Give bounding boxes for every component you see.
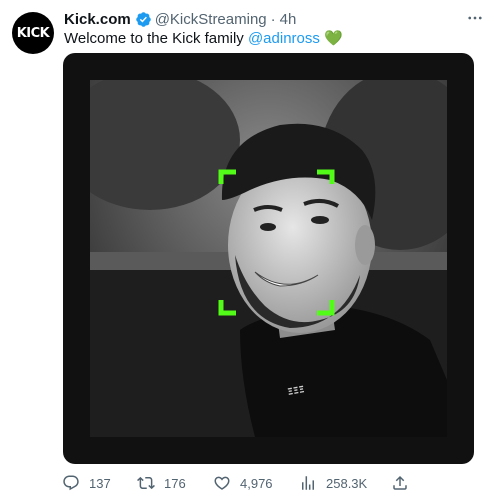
photo: ΞΞΞ bbox=[90, 80, 447, 437]
like-count: 4,976 bbox=[240, 475, 273, 491]
views-chart-icon bbox=[302, 476, 314, 490]
more-options-icon[interactable] bbox=[464, 8, 486, 28]
tweet-text-body: Welcome to the Kick family bbox=[64, 30, 248, 47]
green-heart-emoji: 💚 bbox=[324, 30, 343, 47]
right-eye bbox=[311, 216, 329, 224]
author-handle[interactable]: @KickStreaming bbox=[155, 11, 267, 28]
separator-dot: · bbox=[270, 10, 276, 28]
tweet-text: Welcome to the Kick family @adinross 💚 bbox=[64, 29, 343, 49]
share-icon bbox=[393, 475, 407, 490]
heart-icon bbox=[214, 476, 230, 490]
reply-count: 137 bbox=[89, 475, 111, 491]
share-button[interactable] bbox=[391, 474, 418, 492]
retweet-count: 176 bbox=[164, 475, 186, 491]
reply-icon bbox=[63, 475, 79, 491]
mention-link[interactable]: @adinross bbox=[248, 30, 320, 47]
retweet-button[interactable]: 176 bbox=[137, 474, 186, 492]
like-button[interactable]: 4,976 bbox=[213, 474, 273, 492]
tweet-media-image[interactable]: ΞΞΞ bbox=[63, 53, 474, 464]
reply-button[interactable]: 137 bbox=[62, 474, 111, 492]
retweet-icon bbox=[137, 476, 155, 490]
verified-badge-icon bbox=[135, 11, 152, 28]
timestamp[interactable]: 4h bbox=[280, 11, 297, 28]
avatar[interactable]: KICK bbox=[12, 12, 54, 54]
left-eye bbox=[260, 223, 276, 231]
author-name[interactable]: Kick.com bbox=[64, 11, 131, 28]
views-count: 258.3K bbox=[326, 475, 368, 491]
views-button[interactable]: 258.3K bbox=[299, 474, 367, 492]
tweet-header: Kick.com @KickStreaming · 4h bbox=[64, 9, 484, 29]
avatar-logo-text: KICK bbox=[16, 25, 50, 41]
ear bbox=[355, 225, 375, 265]
tweet-actions: 137 176 4,976 258.3K bbox=[62, 474, 482, 492]
